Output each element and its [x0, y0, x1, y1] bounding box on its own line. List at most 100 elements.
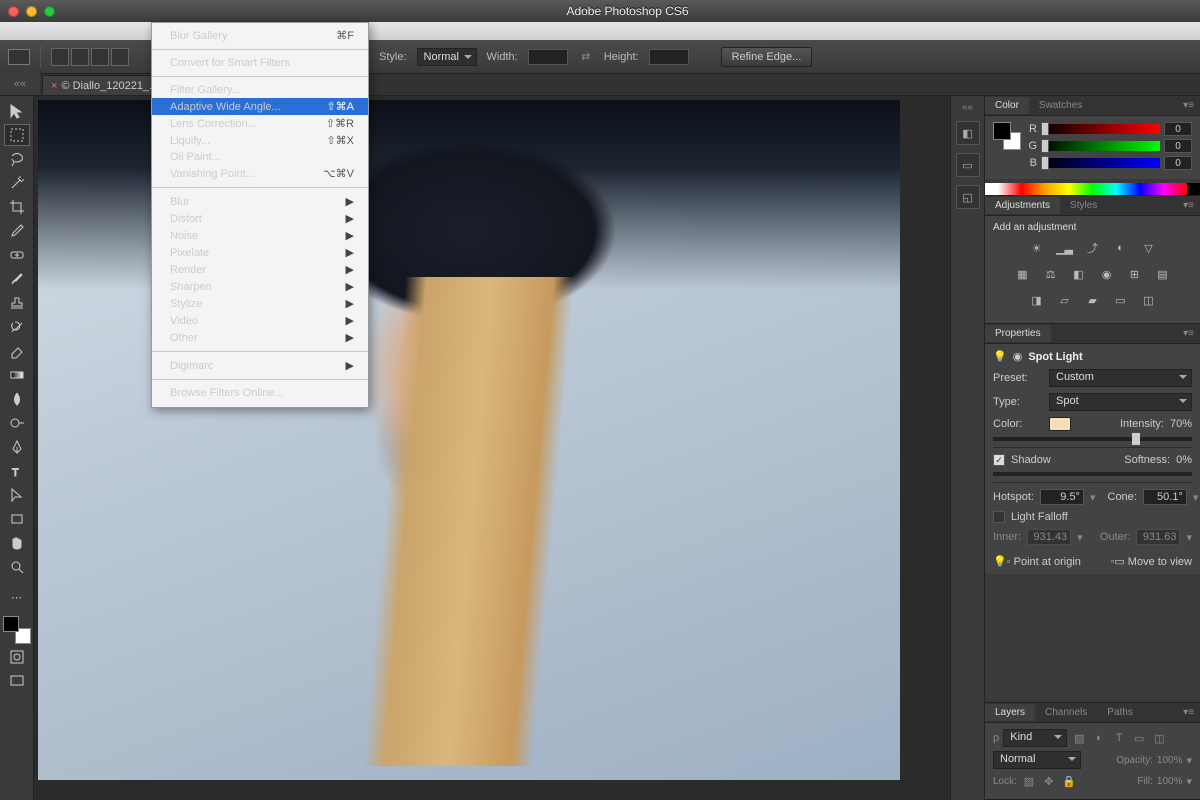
fill-value[interactable]: 100% [1157, 776, 1183, 787]
tab-swatches[interactable]: Swatches [1029, 97, 1092, 114]
shape-tool[interactable] [4, 508, 30, 530]
softness-slider[interactable] [993, 472, 1192, 476]
filter-adjust-icon[interactable]: ◐ [1091, 730, 1107, 746]
height-field[interactable] [649, 49, 689, 65]
tool-preset-picker[interactable] [8, 49, 30, 65]
panel-menu-icon[interactable]: ▾≡ [1177, 200, 1200, 211]
light-color-swatch[interactable] [1049, 417, 1071, 431]
bw-icon[interactable]: ◧ [1069, 265, 1089, 283]
foreground-color[interactable] [3, 616, 19, 632]
invert-icon[interactable]: ◨ [1027, 291, 1047, 309]
levels-icon[interactable]: ▁▃ [1055, 239, 1075, 257]
color-ramp[interactable] [985, 183, 1200, 195]
menu-item-filter-gallery[interactable]: Filter Gallery... [152, 82, 368, 98]
dodge-tool[interactable] [4, 412, 30, 434]
wand-tool[interactable] [4, 172, 30, 194]
curves-icon[interactable]: ⤴ [1083, 239, 1103, 257]
g-slider[interactable] [1041, 141, 1160, 151]
balance-icon[interactable]: ⚖ [1041, 265, 1061, 283]
move-tool[interactable] [4, 100, 30, 122]
r-slider[interactable] [1041, 124, 1160, 134]
shadow-checkbox[interactable]: ✓ [993, 454, 1005, 466]
threshold-icon[interactable]: ▰ [1083, 291, 1103, 309]
brightness-icon[interactable]: ☀ [1027, 239, 1047, 257]
pen-tool[interactable] [4, 436, 30, 458]
selection-mode-group[interactable] [51, 48, 129, 66]
zoom-window-button[interactable] [44, 6, 55, 17]
refine-edge-button[interactable]: Refine Edge... [721, 47, 813, 67]
type-tool[interactable]: T [4, 460, 30, 482]
filter-shape-icon[interactable]: ▭ [1131, 730, 1147, 746]
menu-item-oil-paint[interactable]: Oil Paint... [152, 149, 368, 165]
lock-position-icon[interactable]: ✥ [1041, 773, 1057, 789]
tab-layers[interactable]: Layers [985, 704, 1035, 721]
history-panel-icon[interactable]: ◧ [956, 121, 980, 145]
lock-pixels-icon[interactable]: ▨ [1021, 773, 1037, 789]
menu-item-browse-filters-online[interactable]: Browse Filters Online... [152, 385, 368, 401]
crop-tool[interactable] [4, 196, 30, 218]
menu-item-other[interactable]: Other▶ [152, 329, 368, 346]
style-dropdown[interactable]: Normal [417, 48, 477, 66]
menu-item-distort[interactable]: Distort▶ [152, 210, 368, 227]
eraser-tool[interactable] [4, 340, 30, 362]
selective-color-icon[interactable]: ◫ [1139, 291, 1159, 309]
posterize-icon[interactable]: ▱ [1055, 291, 1075, 309]
menu-item-convert-for-smart-filters[interactable]: Convert for Smart Filters [152, 55, 368, 71]
document-tab[interactable]: × © Diallo_120221_... [42, 75, 167, 95]
panel-menu-icon[interactable]: ▾≡ [1177, 100, 1200, 111]
filter-pixel-icon[interactable]: ▨ [1071, 730, 1087, 746]
filter-type-icon[interactable]: T [1111, 730, 1127, 746]
photo-filter-icon[interactable]: ◉ [1097, 265, 1117, 283]
menu-item-blur[interactable]: Blur▶ [152, 193, 368, 210]
info-panel-icon[interactable]: ◱ [956, 185, 980, 209]
intensity-slider[interactable] [993, 437, 1192, 441]
g-value[interactable] [1164, 139, 1192, 153]
menu-item-vanishing-point[interactable]: Vanishing Point...⌥⌘V [152, 165, 368, 182]
r-value[interactable] [1164, 122, 1192, 136]
menu-item-noise[interactable]: Noise▶ [152, 227, 368, 244]
b-value[interactable] [1164, 156, 1192, 170]
point-at-origin-button[interactable]: 💡◦ Point at origin [993, 555, 1081, 568]
color-swatch-mini[interactable] [993, 122, 1021, 150]
brush-tool[interactable] [4, 268, 30, 290]
actions-panel-icon[interactable]: ▭ [956, 153, 980, 177]
type-dropdown[interactable]: Spot [1049, 393, 1192, 411]
tab-paths[interactable]: Paths [1097, 704, 1143, 721]
gradient-map-icon[interactable]: ▭ [1111, 291, 1131, 309]
blend-mode-dropdown[interactable]: Normal [993, 751, 1081, 769]
minimize-window-button[interactable] [26, 6, 37, 17]
gradient-tool[interactable] [4, 364, 30, 386]
blur-tool[interactable] [4, 388, 30, 410]
tab-properties[interactable]: Properties [985, 325, 1051, 342]
opacity-value[interactable]: 100% [1157, 755, 1183, 766]
falloff-checkbox[interactable] [993, 511, 1005, 523]
menu-item-liquify[interactable]: Liquify...⇧⌘X [152, 132, 368, 149]
menu-item-sharpen[interactable]: Sharpen▶ [152, 278, 368, 295]
dock-handle[interactable]: «« [962, 102, 973, 113]
tab-styles[interactable]: Styles [1060, 197, 1107, 214]
menu-item-video[interactable]: Video▶ [152, 312, 368, 329]
zoom-tool[interactable] [4, 556, 30, 578]
close-tab-icon[interactable]: × [51, 80, 57, 92]
foreground-background-swatch[interactable] [3, 616, 31, 644]
stamp-tool[interactable] [4, 292, 30, 314]
hand-tool[interactable] [4, 532, 30, 554]
menu-item-render[interactable]: Render▶ [152, 261, 368, 278]
screenmode-toggle[interactable] [4, 670, 30, 692]
menu-item-blur-gallery[interactable]: Blur Gallery⌘F [152, 27, 368, 44]
marquee-tool[interactable] [4, 124, 30, 146]
hotspot-field[interactable] [1040, 489, 1084, 505]
tab-channels[interactable]: Channels [1035, 704, 1097, 721]
menu-item-digimarc[interactable]: Digimarc▶ [152, 357, 368, 374]
panel-menu-icon[interactable]: ▾≡ [1177, 328, 1200, 339]
path-select-tool[interactable] [4, 484, 30, 506]
vibrance-icon[interactable]: ▽ [1139, 239, 1159, 257]
heal-tool[interactable] [4, 244, 30, 266]
preset-dropdown[interactable]: Custom [1049, 369, 1192, 387]
tab-adjustments[interactable]: Adjustments [985, 197, 1060, 214]
quickmask-toggle[interactable] [4, 646, 30, 668]
menu-item-adaptive-wide-angle[interactable]: Adaptive Wide Angle...⇧⌘A [152, 98, 368, 115]
menu-item-pixelate[interactable]: Pixelate▶ [152, 244, 368, 261]
layer-kind-dropdown[interactable]: Kind [1003, 729, 1067, 747]
close-window-button[interactable] [8, 6, 19, 17]
